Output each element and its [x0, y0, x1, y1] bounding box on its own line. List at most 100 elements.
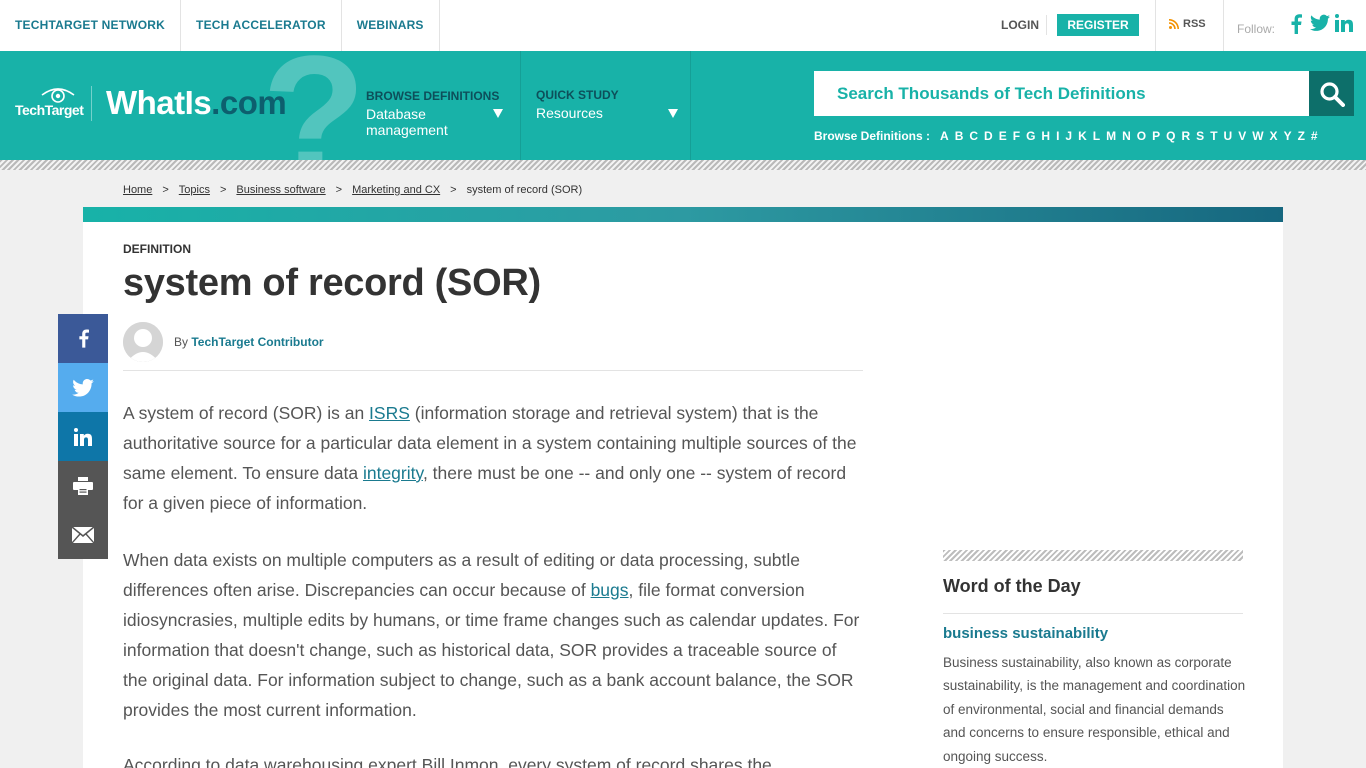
linkedin-icon	[74, 427, 92, 446]
follow-label: Follow:	[1237, 22, 1276, 36]
nav-techtarget-network[interactable]: TECHTARGET NETWORK	[0, 0, 182, 51]
rss-label: RSS	[1183, 18, 1206, 30]
page-title: system of record (SOR)	[123, 262, 541, 304]
breadcrumb-topics[interactable]: Topics	[179, 184, 210, 196]
browse-letter-f[interactable]: F	[1013, 129, 1020, 143]
article-paragraph-3: According to data warehousing expert Bil…	[123, 755, 772, 768]
integrity-link[interactable]: integrity	[363, 463, 423, 483]
word-of-day-title: Word of the Day	[943, 576, 1081, 596]
browse-letter-n[interactable]: N	[1122, 129, 1131, 143]
quick-study-dropdown[interactable]: QUICK STUDY Resources	[536, 88, 676, 121]
browse-letter-k[interactable]: K	[1078, 129, 1087, 143]
breadcrumb-separator: >	[162, 184, 169, 196]
whatis-logo[interactable]: WhatIs.com	[106, 84, 287, 122]
avatar	[123, 322, 163, 362]
browse-letter-g[interactable]: G	[1026, 129, 1035, 143]
word-of-day-description: Business sustainability, also known as c…	[943, 655, 1246, 764]
email-button[interactable]	[58, 510, 108, 559]
article-paragraph-2: When data exists on multiple computers a…	[123, 545, 863, 725]
browse-letter-t[interactable]: T	[1210, 129, 1217, 143]
chevron-down-icon[interactable]	[668, 109, 678, 118]
divider	[123, 370, 863, 371]
browse-letter-e[interactable]: E	[999, 129, 1007, 143]
register-button[interactable]: REGISTER	[1057, 14, 1139, 36]
divider	[1223, 0, 1224, 51]
techtarget-logo[interactable]: TechTarget	[15, 102, 84, 118]
paragraph-text: A system of record (SOR) is an	[123, 403, 370, 423]
breadcrumb-home[interactable]: Home	[123, 184, 152, 196]
browse-letter-c[interactable]: C	[969, 129, 978, 143]
search-input[interactable]	[814, 71, 1309, 116]
print-button[interactable]	[58, 461, 108, 510]
browse-letter-b[interactable]: B	[955, 129, 964, 143]
browse-letter-x[interactable]: X	[1270, 129, 1278, 143]
browse-definitions-label: BROWSE DEFINITIONS	[366, 89, 500, 103]
chevron-down-icon[interactable]	[493, 109, 503, 118]
byline-by: By	[174, 335, 189, 349]
browse-letter-a[interactable]: A	[940, 129, 949, 143]
header-stripes	[0, 160, 1366, 170]
linkedin-icon	[1335, 14, 1353, 32]
nav-webinars[interactable]: WEBINARS	[342, 0, 440, 51]
twitter-follow[interactable]	[1310, 14, 1330, 32]
breadcrumb-current: system of record (SOR)	[466, 184, 583, 196]
nav-tech-accelerator[interactable]: TECH ACCELERATOR	[181, 0, 342, 51]
site-suffix: .com	[211, 84, 287, 121]
card-accent-bar	[83, 207, 1283, 222]
breadcrumb: Home > Topics > Business software > Marketi…	[123, 184, 582, 196]
share-twitter-button[interactable]	[58, 363, 108, 412]
twitter-icon	[1310, 14, 1330, 31]
alphabet-letters: A B C D E F G H I J K L M N O P Q R S T U V W X Y Z #	[934, 129, 1318, 143]
rss-link[interactable]: RSS	[1169, 18, 1206, 30]
browse-letter-h[interactable]: H	[1041, 129, 1050, 143]
email-icon	[72, 526, 94, 543]
browse-letter-s[interactable]: S	[1196, 129, 1204, 143]
browse-alphabet-label: Browse Definitions :	[814, 129, 931, 143]
browse-letter-hash[interactable]: #	[1311, 129, 1318, 143]
browse-letter-r[interactable]: R	[1182, 129, 1191, 143]
site-header: ? TechTarget WhatIs.com BROWSE DEFINITIO…	[0, 51, 1366, 160]
divider	[91, 86, 92, 121]
browse-letter-l[interactable]: L	[1093, 129, 1100, 143]
share-facebook-button[interactable]	[58, 314, 108, 363]
browse-letter-j[interactable]: J	[1065, 129, 1072, 143]
definition-label: DEFINITION	[123, 242, 191, 256]
linkedin-follow[interactable]	[1335, 14, 1353, 32]
breadcrumb-business-software[interactable]: Business software	[236, 184, 325, 196]
divider	[690, 51, 691, 160]
browse-letter-o[interactable]: O	[1137, 129, 1146, 143]
facebook-icon	[1291, 14, 1302, 34]
search-box	[814, 71, 1309, 116]
network-nav: TECHTARGET NETWORK TECH ACCELERATOR WEBI…	[0, 0, 440, 51]
breadcrumb-separator: >	[219, 184, 227, 196]
facebook-follow[interactable]	[1290, 14, 1302, 34]
browse-letter-q[interactable]: Q	[1166, 129, 1175, 143]
browse-letter-w[interactable]: W	[1252, 129, 1263, 143]
author-link[interactable]: TechTarget Contributor	[191, 335, 323, 349]
site-name: WhatIs	[106, 84, 212, 121]
browse-letter-p[interactable]: P	[1152, 129, 1160, 143]
word-of-day-term-link[interactable]: business sustainability	[943, 625, 1108, 642]
twitter-icon	[72, 378, 94, 397]
login-link[interactable]: LOGIN	[1001, 18, 1039, 32]
isrs-link[interactable]: ISRS	[369, 403, 410, 423]
techtarget-eye-icon	[41, 88, 75, 103]
rss-icon	[1169, 19, 1179, 29]
divider	[943, 613, 1243, 614]
breadcrumb-marketing-cx[interactable]: Marketing and CX	[352, 184, 440, 196]
browse-letter-v[interactable]: V	[1238, 129, 1246, 143]
browse-definitions-dropdown[interactable]: BROWSE DEFINITIONS Database management	[366, 89, 506, 138]
browse-letter-z[interactable]: Z	[1298, 129, 1305, 143]
divider	[1155, 0, 1156, 51]
bugs-link[interactable]: bugs	[591, 580, 629, 600]
byline: By TechTarget Contributor	[174, 335, 324, 349]
browse-letter-m[interactable]: M	[1106, 129, 1116, 143]
share-linkedin-button[interactable]	[58, 412, 108, 461]
browse-letter-u[interactable]: U	[1224, 129, 1233, 143]
browse-letter-y[interactable]: Y	[1284, 129, 1292, 143]
user-icon	[123, 322, 163, 362]
divider	[520, 51, 521, 160]
search-button[interactable]	[1309, 71, 1354, 116]
browse-letter-i[interactable]: I	[1056, 129, 1059, 143]
browse-letter-d[interactable]: D	[984, 129, 993, 143]
